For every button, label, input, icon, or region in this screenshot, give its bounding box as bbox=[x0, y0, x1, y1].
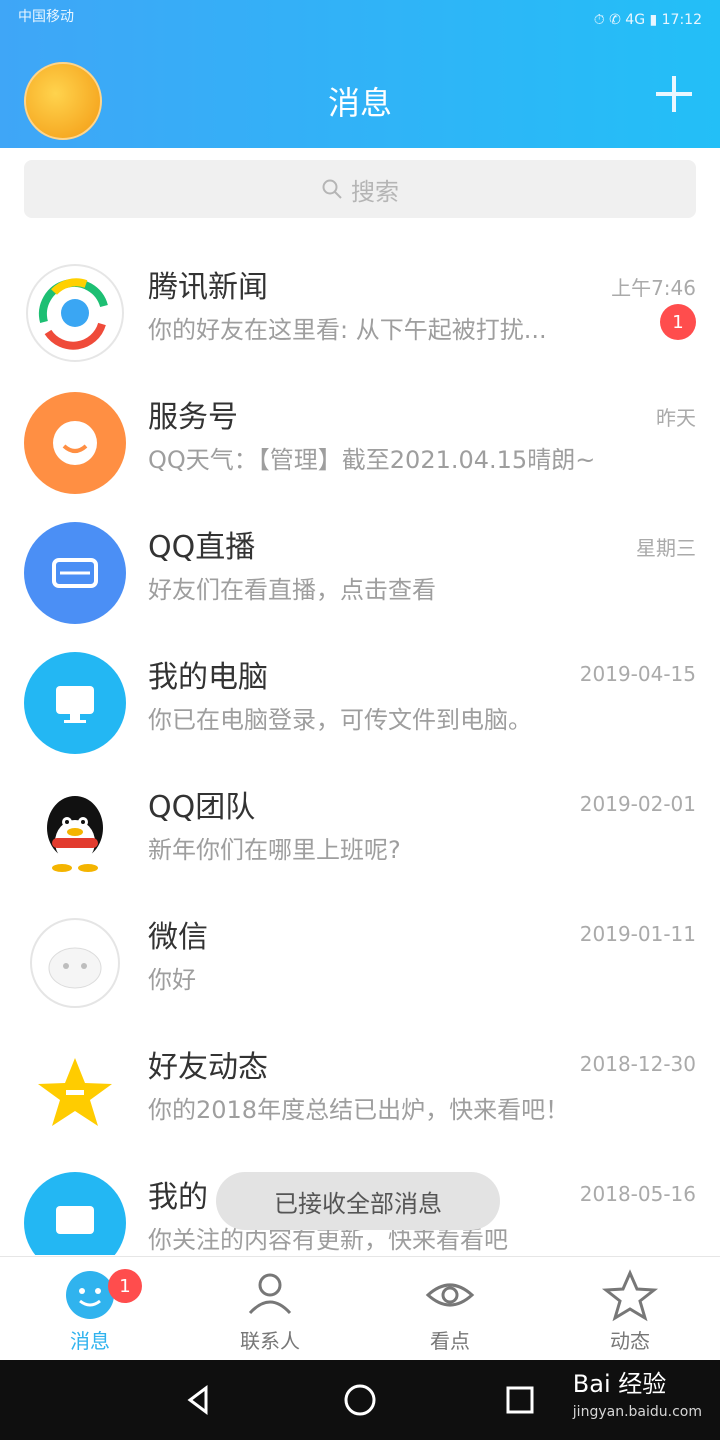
service-icon bbox=[24, 392, 126, 494]
add-icon[interactable] bbox=[650, 70, 698, 118]
conversation-row[interactable]: QQ团队 2019-02-01 新年你们在哪里上班呢? bbox=[0, 760, 720, 891]
tab-moments[interactable]: 动态 bbox=[540, 1265, 720, 1353]
conversation-name: QQ直播 bbox=[148, 530, 256, 565]
star-outline-icon bbox=[601, 1269, 659, 1322]
conversation-name: 服务号 bbox=[148, 400, 238, 435]
conversation-preview: 你已在电脑登录，可传文件到电脑。 bbox=[148, 706, 532, 734]
conversation-list: 腾讯新闻 上午7:46 你的好友在这里看: 从下午起被打扰... 1 服务号 昨… bbox=[0, 240, 720, 1255]
my-icon bbox=[24, 1172, 126, 1255]
bottom-tabbar: 1 消息 联系人 看点 动态 bbox=[0, 1256, 720, 1361]
conversation-name: 我的 bbox=[148, 1180, 208, 1215]
conversation-name: 腾讯新闻 bbox=[148, 270, 268, 305]
conversation-name: QQ团队 bbox=[148, 790, 256, 825]
conversation-preview: 新年你们在哪里上班呢? bbox=[148, 836, 401, 864]
conversation-time: 2018-12-30 bbox=[579, 1052, 696, 1076]
conversation-preview: 你好 bbox=[148, 966, 196, 994]
watermark-brand: Bai 经验 bbox=[572, 1370, 667, 1398]
penguin-icon bbox=[24, 782, 126, 884]
conversation-row[interactable]: 微信 2019-01-11 你好 bbox=[0, 890, 720, 1021]
conversation-row[interactable]: 腾讯新闻 上午7:46 你的好友在这里看: 从下午起被打扰... 1 bbox=[0, 240, 720, 371]
unread-badge: 1 bbox=[660, 304, 696, 340]
conversation-time: 2019-04-15 bbox=[579, 662, 696, 686]
back-icon[interactable] bbox=[180, 1382, 216, 1418]
search-placeholder: 搜索 bbox=[351, 177, 399, 206]
star-icon bbox=[24, 1042, 126, 1144]
baidu-watermark: Bai 经验 jingyan.baidu.com bbox=[573, 1372, 702, 1424]
tab-badge: 1 bbox=[108, 1269, 142, 1303]
tab-label: 看点 bbox=[430, 1329, 470, 1353]
system-navigation-bar: Bai 经验 jingyan.baidu.com bbox=[0, 1360, 720, 1440]
home-icon[interactable] bbox=[342, 1382, 378, 1418]
computer-icon bbox=[24, 652, 126, 754]
conversation-row[interactable]: 服务号 昨天 QQ天气：【管理】截至2021.04.15晴朗~ bbox=[0, 370, 720, 501]
tab-contacts[interactable]: 联系人 bbox=[180, 1265, 360, 1353]
wechat-icon bbox=[24, 912, 126, 1014]
conversation-name: 我的电脑 bbox=[148, 660, 268, 695]
live-stream-icon bbox=[24, 522, 126, 624]
conversation-time: 2019-01-11 bbox=[579, 922, 696, 946]
conversation-row[interactable]: 我的电脑 2019-04-15 你已在电脑登录，可传文件到电脑。 bbox=[0, 630, 720, 761]
tab-label: 联系人 bbox=[240, 1329, 300, 1353]
search-input[interactable]: 搜索 bbox=[24, 160, 696, 218]
watermark-url: jingyan.baidu.com bbox=[572, 1404, 702, 1420]
carrier-text: 中国移动 bbox=[18, 9, 74, 25]
conversation-time: 2019-02-01 bbox=[579, 792, 696, 816]
tencent-news-icon bbox=[24, 262, 126, 364]
tab-label: 动态 bbox=[610, 1329, 650, 1353]
status-bar: 中国移动 ⏱ ✆ 4G ▮ 17:12 bbox=[0, 0, 720, 46]
page-title: 消息 bbox=[327, 84, 392, 122]
conversation-name: 好友动态 bbox=[148, 1050, 268, 1085]
conversation-preview: QQ天气：【管理】截至2021.04.15晴朗~ bbox=[148, 446, 596, 474]
conversation-time: 昨天 bbox=[656, 406, 696, 430]
conversation-name: 微信 bbox=[148, 920, 208, 955]
conversation-row[interactable]: 好友动态 2018-12-30 你的2018年度总结已出炉，快来看吧！ bbox=[0, 1020, 720, 1151]
tab-discover[interactable]: 看点 bbox=[360, 1265, 540, 1353]
conversation-preview: 好友们在看直播，点击查看 bbox=[148, 576, 436, 604]
conversation-time: 星期三 bbox=[636, 536, 696, 560]
conversation-preview: 你的2018年度总结已出炉，快来看吧！ bbox=[148, 1096, 570, 1124]
recents-icon[interactable] bbox=[502, 1382, 538, 1418]
toast-message: 已接收全部消息 bbox=[216, 1172, 500, 1230]
app-header: 中国移动 ⏱ ✆ 4G ▮ 17:12 消息 bbox=[0, 0, 720, 148]
contacts-icon bbox=[248, 1273, 292, 1315]
conversation-time: 2018-05-16 bbox=[579, 1182, 696, 1206]
search-area: 搜索 bbox=[0, 148, 720, 240]
conversation-preview: 你的好友在这里看: 从下午起被打扰... bbox=[148, 316, 547, 344]
tab-label: 消息 bbox=[70, 1329, 110, 1353]
conversation-time: 上午7:46 bbox=[611, 276, 696, 300]
search-icon bbox=[322, 179, 342, 199]
conversation-row[interactable]: QQ直播 星期三 好友们在看直播，点击查看 bbox=[0, 500, 720, 631]
eye-icon bbox=[425, 1283, 475, 1307]
tab-messages[interactable]: 1 消息 bbox=[0, 1265, 180, 1353]
status-icons-text: ⏱ ✆ 4G ▮ 17:12 bbox=[593, 12, 702, 28]
